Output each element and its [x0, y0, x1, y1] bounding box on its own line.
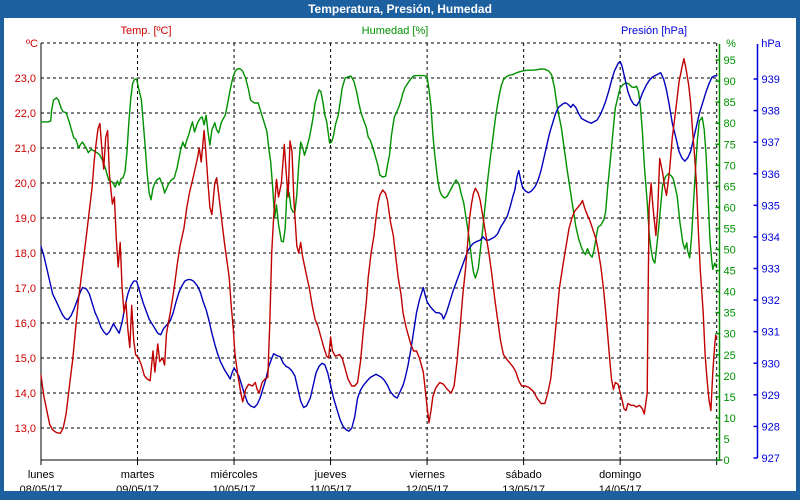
temp-tick-label: 15,0: [15, 353, 36, 365]
temp-tick-label: 19,0: [15, 213, 36, 225]
humidity-tick-label: 85: [724, 97, 736, 109]
humidity-tick-label: 55: [724, 223, 736, 235]
day-name-label: lunes: [28, 469, 55, 481]
day-name-label: domingo: [599, 469, 641, 481]
humidity-tick-label: 35: [724, 308, 736, 320]
pressure-tick-label: 936: [762, 169, 780, 181]
humidity-axis-unit: %: [718, 38, 744, 50]
day-date-label: 13/05/17: [502, 484, 545, 491]
humidity-tick-label: 20: [724, 371, 736, 383]
humidity-tick-label: 5: [724, 434, 730, 446]
day-name-label: martes: [121, 469, 155, 481]
legend-temperature: Temp. [ºC]: [120, 25, 171, 37]
pressure-tick-label: 933: [762, 264, 780, 276]
pressure-tick-label: 927: [762, 453, 780, 465]
pressure-tick-label: 931: [762, 327, 780, 339]
temp-tick-label: 18,0: [15, 248, 36, 260]
temp-tick-label: 20,0: [15, 178, 36, 190]
day-name-label: miércoles: [211, 469, 259, 481]
pressure-axis-unit: hPa: [754, 38, 788, 50]
chart-svg: 23,0 22,0 21,0 20,0 19,0 18,0 17,0 16,0 15,0 14,0…: [4, 18, 796, 491]
humidity-tick-label: 45: [724, 266, 736, 278]
day-name-label: jueves: [314, 469, 347, 481]
humidity-tick-label: 25: [724, 350, 736, 362]
humidity-tick-label: 65: [724, 181, 736, 193]
app-window: Temperatura, Presión, Humedad Temp. [ºC]…: [0, 0, 800, 500]
humidity-tick-label: 30: [724, 329, 736, 341]
day-date-label: 08/05/17: [20, 484, 63, 491]
pressure-tick-label: 928: [762, 421, 780, 433]
temp-tick-label: 22,0: [15, 108, 36, 120]
day-date-label: 14/05/17: [599, 484, 642, 491]
pressure-tick-label: 939: [762, 74, 780, 86]
legend-pressure: Presión [hPa]: [621, 25, 687, 37]
humidity-tick-label: 15: [724, 392, 736, 404]
pressure-tick-label: 937: [762, 137, 780, 149]
pressure-tick-label: 932: [762, 295, 780, 307]
pressure-tick-label: 935: [762, 200, 780, 212]
humidity-tick-label: 75: [724, 139, 736, 151]
window-title: Temperatura, Presión, Humedad: [308, 2, 492, 16]
day-date-label: 09/05/17: [116, 484, 159, 491]
temp-tick-label: 13,0: [15, 423, 36, 435]
temp-tick-label: 17,0: [15, 283, 36, 295]
humidity-tick-label: 60: [724, 202, 736, 214]
temp-axis-unit: ºC: [4, 38, 38, 50]
day-date-label: 10/05/17: [213, 484, 256, 491]
humidity-line: [41, 69, 717, 279]
day-date-label: 11/05/17: [310, 484, 352, 491]
pressure-tick-label: 929: [762, 390, 780, 402]
humidity-tick-label: 95: [724, 55, 736, 67]
temp-tick-label: 16,0: [15, 318, 36, 330]
legend-humidity: Humedad [%]: [362, 25, 429, 37]
title-bar[interactable]: Temperatura, Presión, Humedad: [0, 0, 800, 18]
humidity-tick-label: 90: [724, 76, 736, 88]
chart-panel: Temp. [ºC] Humedad [%] Presión [hPa] ºC …: [4, 18, 796, 491]
day-date-label: 12/05/17: [406, 484, 449, 491]
humidity-tick-label: 40: [724, 287, 736, 299]
humidity-tick-label: 80: [724, 118, 736, 130]
day-name-label: sábado: [506, 469, 542, 481]
humidity-tick-label: 50: [724, 245, 736, 257]
day-name-label: viernes: [409, 469, 445, 481]
pressure-tick-label: 934: [762, 232, 780, 244]
temp-tick-label: 23,0: [15, 73, 36, 85]
humidity-tick-label: 0: [724, 455, 730, 467]
humidity-tick-label: 10: [724, 413, 736, 425]
temp-tick-label: 14,0: [15, 388, 36, 400]
temp-tick-label: 21,0: [15, 143, 36, 155]
humidity-tick-label: 70: [724, 160, 736, 172]
pressure-tick-label: 938: [762, 106, 780, 118]
pressure-tick-label: 930: [762, 358, 780, 370]
